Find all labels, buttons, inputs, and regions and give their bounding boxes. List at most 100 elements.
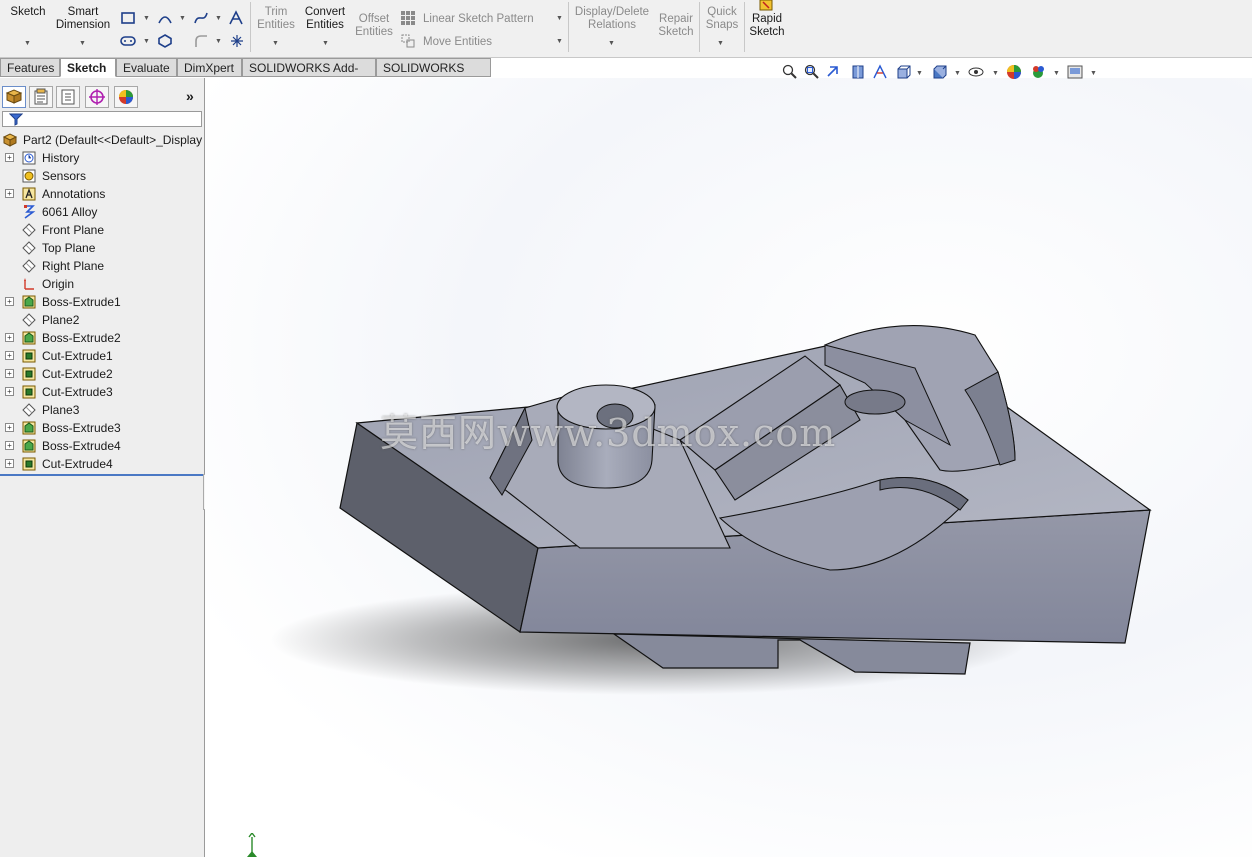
dimxpert-crosshair-icon [89,89,105,105]
expand-toggle-icon[interactable]: + [5,297,14,306]
part-model-3d[interactable] [205,78,1252,857]
tree-item-label: Boss-Extrude1 [42,295,121,309]
tab-features[interactable]: Features [0,58,60,77]
tree-root-part2[interactable]: Part2 (Default<<Default>_Display [0,131,205,149]
slot-dropdown-caret[interactable]: ▼ [143,38,150,45]
linear-pattern-dropdown-caret[interactable]: ▼ [556,15,563,22]
tree-item-cut-extrude2[interactable]: + Cut-Extrude2 [0,365,205,383]
smart-dimension-button[interactable]: Smart Dimension [52,6,114,32]
spline-dropdown-caret[interactable]: ▼ [215,15,222,22]
zoom-to-fit-icon[interactable] [782,64,798,80]
expand-toggle-icon[interactable]: + [5,333,14,342]
hide-show-items-icon[interactable] [968,64,984,80]
tree-item-front-plane[interactable]: Front Plane [0,221,205,239]
expand-toggle-icon[interactable]: + [5,189,14,198]
display-delete-relations-button[interactable]: Display/Delete Relations [572,6,652,32]
rectangle-icon[interactable] [120,10,136,26]
rectangle-dropdown-caret[interactable]: ▼ [143,15,150,22]
apply-scene-dropdown-caret[interactable]: ▼ [1053,70,1060,77]
tree-item-plane3[interactable]: Plane3 [0,401,205,419]
polygon-icon[interactable] [157,33,173,49]
rapid-sketch-button[interactable]: Rapid Sketch [746,13,788,39]
manager-tabs: » [0,86,205,108]
rollback-bar[interactable] [0,474,205,476]
displaymanager-tab[interactable] [114,86,138,108]
convert-dropdown-caret[interactable]: ▼ [322,40,329,47]
featuremanager-tab[interactable] [2,86,26,108]
expand-toggle-icon[interactable]: + [5,369,14,378]
spline-icon[interactable] [193,10,209,26]
edit-appearance-icon[interactable] [1006,64,1022,80]
view-settings-dropdown-caret[interactable]: ▼ [1090,70,1097,77]
quick-snaps-dropdown-caret[interactable]: ▼ [717,40,724,47]
expand-toggle-icon[interactable]: + [5,351,14,360]
arc-icon[interactable] [157,10,173,26]
point-icon[interactable] [229,33,245,49]
origin-triad-icon [247,833,257,857]
dynamic-annotation-view-icon[interactable] [872,64,888,80]
display-style-dropdown-caret[interactable]: ▼ [954,70,961,77]
tree-item-cut-extrude1[interactable]: + Cut-Extrude1 [0,347,205,365]
offset-entities-button[interactable]: Offset Entities [352,13,396,39]
dimxpertmanager-tab[interactable] [85,86,109,108]
convert-entities-button[interactable]: Convert Entities [300,6,350,32]
move-entities-button[interactable]: Move Entities [423,36,492,49]
tree-item-boss-extrude4[interactable]: + Boss-Extrude4 [0,437,205,455]
tree-item-plane2[interactable]: Plane2 [0,311,205,329]
tree-item-annotations[interactable]: + Annotations [0,185,205,203]
expand-toggle-icon[interactable]: + [5,387,14,396]
fillet-dropdown-caret[interactable]: ▼ [215,38,222,45]
expand-panel-chevron-icon[interactable]: » [186,88,194,104]
previous-view-icon[interactable] [825,64,841,80]
linear-sketch-pattern-button[interactable]: Linear Sketch Pattern [423,13,534,26]
tree-item-right-plane[interactable]: Right Plane [0,257,205,275]
tab-dimxpert[interactable]: DimXpert [177,58,242,77]
slot-icon[interactable] [120,33,136,49]
sketch-button[interactable]: Sketch [6,6,50,19]
view-orientation-icon[interactable] [896,64,912,80]
tab-sketch[interactable]: Sketch [60,58,116,77]
convert-entities-label-1: Convert [304,6,346,18]
text-icon[interactable] [228,10,244,26]
propertymanager-tab[interactable] [29,86,53,108]
tree-item-6061-alloy[interactable]: 6061 Alloy [0,203,205,221]
tree-item-cut-extrude3[interactable]: + Cut-Extrude3 [0,383,205,401]
tree-item-boss-extrude2[interactable]: + Boss-Extrude2 [0,329,205,347]
zoom-to-area-icon[interactable] [804,64,820,80]
tree-item-history[interactable]: + History [0,149,205,167]
move-entities-dropdown-caret[interactable]: ▼ [556,38,563,45]
view-settings-icon[interactable] [1067,64,1083,80]
tree-item-cut-extrude4[interactable]: + Cut-Extrude4 [0,455,205,473]
move-entities-icon[interactable] [400,33,416,49]
tree-item-top-plane[interactable]: Top Plane [0,239,205,257]
tree-item-sensors[interactable]: Sensors [0,167,205,185]
hide-show-dropdown-caret[interactable]: ▼ [992,70,999,77]
quick-snaps-button[interactable]: Quick Snaps [702,6,742,32]
tab-solidworks-mbd[interactable]: SOLIDWORKS MBD [376,58,491,93]
tree-item-boss-extrude3[interactable]: + Boss-Extrude3 [0,419,205,437]
expand-toggle-icon[interactable]: + [5,153,14,162]
fillet-icon[interactable] [193,33,209,49]
tab-evaluate[interactable]: Evaluate [116,58,177,77]
expand-toggle-icon[interactable]: + [5,441,14,450]
display-style-icon[interactable] [932,64,948,80]
arc-dropdown-caret[interactable]: ▼ [179,15,186,22]
relations-dropdown-caret[interactable]: ▼ [608,40,615,47]
trim-entities-button[interactable]: Trim Entities [253,6,299,32]
repair-sketch-button[interactable]: Repair Sketch [656,13,696,39]
graphics-area[interactable] [205,78,1252,857]
tree-item-boss-extrude1[interactable]: + Boss-Extrude1 [0,293,205,311]
expand-toggle-icon[interactable]: + [5,459,14,468]
section-view-icon[interactable] [850,64,866,80]
tree-item-origin[interactable]: Origin [0,275,205,293]
sketch-dropdown-caret[interactable]: ▼ [24,40,31,47]
view-orientation-dropdown-caret[interactable]: ▼ [916,70,923,77]
smart-dimension-dropdown-caret[interactable]: ▼ [79,40,86,47]
expand-toggle-icon[interactable]: + [5,423,14,432]
configurationmanager-tab[interactable] [56,86,80,108]
tab-solidworks-add-ins[interactable]: SOLIDWORKS Add-Ins [242,58,376,93]
linear-pattern-icon[interactable] [400,10,416,26]
trim-dropdown-caret[interactable]: ▼ [272,40,279,47]
feature-tree-filter[interactable] [2,111,202,127]
apply-scene-icon[interactable] [1030,64,1046,80]
